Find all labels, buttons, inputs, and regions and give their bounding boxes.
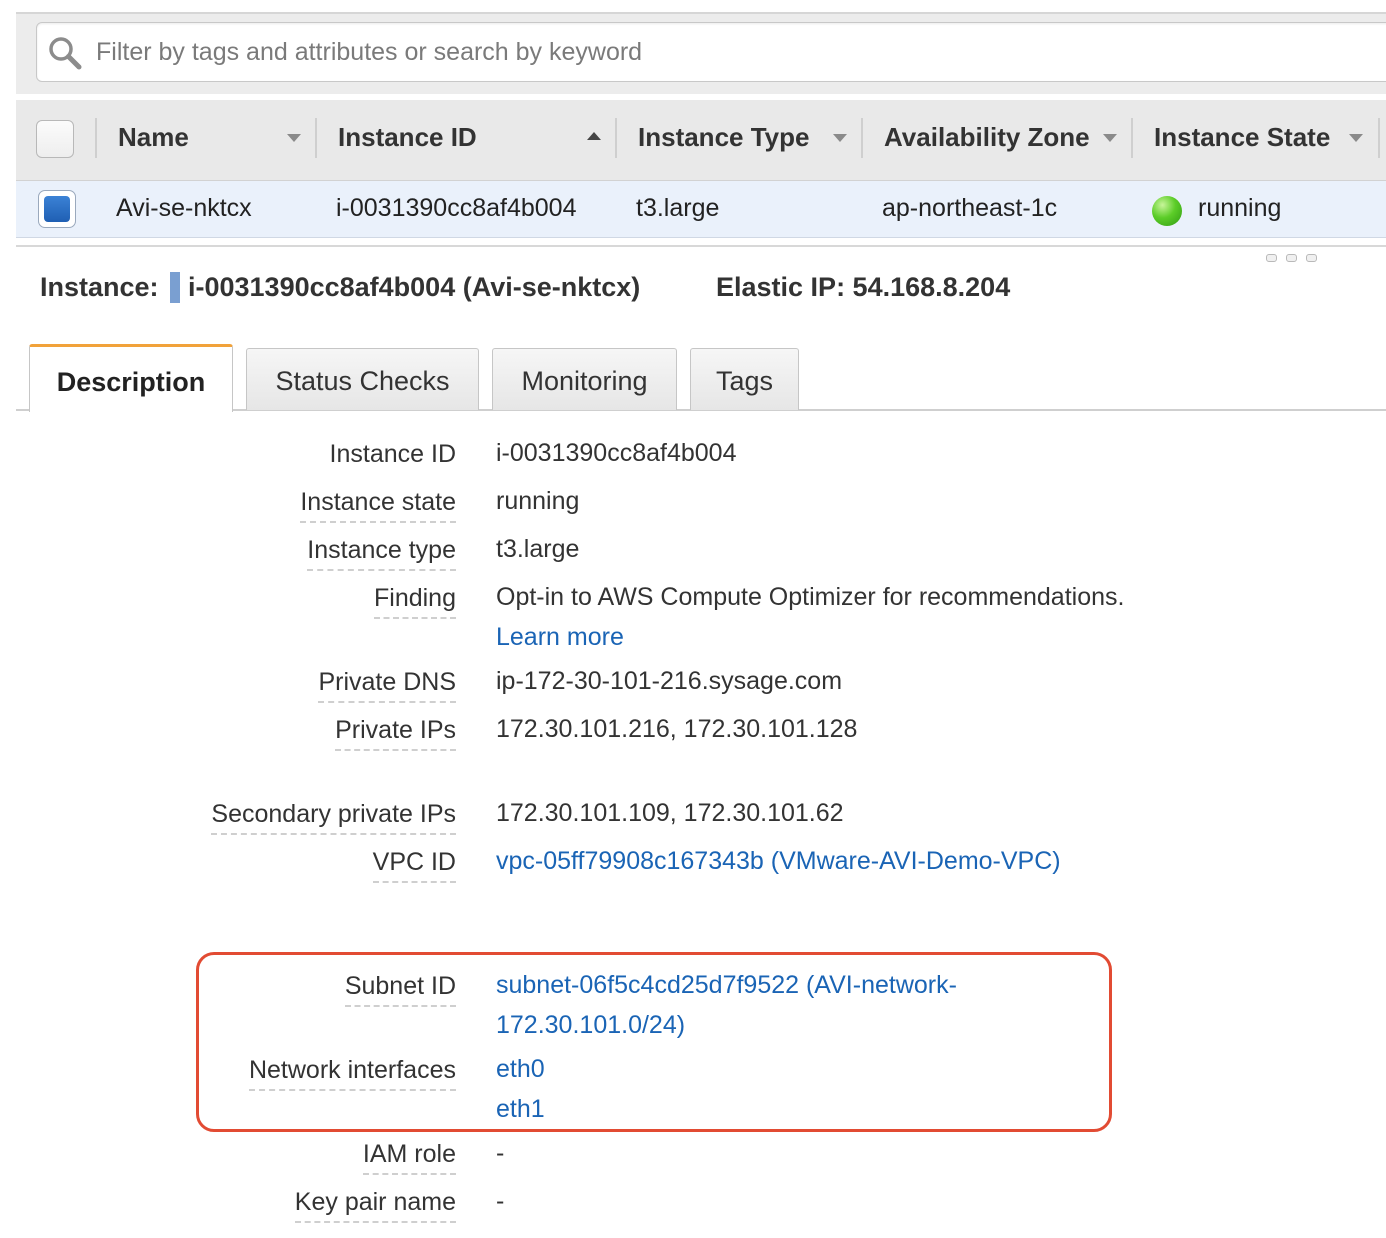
label-vpc-id: VPC ID — [372, 848, 456, 883]
column-divider — [95, 118, 97, 158]
search-placeholder: Filter by tags and attributes or search … — [96, 38, 643, 66]
label-instance-type: Instance type — [307, 536, 456, 571]
cell-instance-type: t3.large — [636, 194, 720, 222]
label-network-interfaces: Network interfaces — [248, 1056, 456, 1091]
sort-caret-down-icon[interactable] — [1349, 134, 1363, 142]
value-iam-role: - — [496, 1139, 505, 1167]
select-all-checkbox[interactable] — [36, 120, 74, 158]
tab-monitoring[interactable]: Monitoring — [492, 348, 677, 410]
value-instance-type: t3.large — [496, 535, 580, 563]
value-private-dns: ip-172-30-101-216.sysage.com — [496, 667, 843, 695]
column-header-name[interactable]: Name — [118, 122, 189, 153]
label-subnet-id: Subnet ID — [344, 972, 456, 1007]
column-divider — [615, 118, 617, 158]
label-secondary-private-ips: Secondary private IPs — [211, 800, 456, 835]
label-instance-id: Instance ID — [329, 440, 456, 468]
resize-handle-icon[interactable] — [1306, 254, 1317, 262]
value-instance-state: running — [496, 487, 580, 515]
tab-status-checks[interactable]: Status Checks — [246, 348, 479, 410]
status-running-icon — [1152, 196, 1182, 226]
column-header-instance-state[interactable]: Instance State — [1154, 122, 1330, 153]
tab-tags[interactable]: Tags — [690, 348, 799, 410]
label-instance-state: Instance state — [300, 488, 456, 523]
instance-heading-value: i-0031390cc8af4b004 (Avi-se-nktcx) — [188, 272, 641, 302]
cell-availability-zone: ap-northeast-1c — [882, 194, 1058, 222]
resize-handle-icon[interactable] — [1286, 254, 1297, 262]
column-header-instance-type[interactable]: Instance Type — [638, 122, 809, 153]
label-iam-role: IAM role — [362, 1140, 456, 1175]
resize-handle-icon[interactable] — [1266, 254, 1277, 262]
value-private-ips: 172.30.101.216, 172.30.101.128 — [496, 715, 858, 743]
label-private-dns: Private DNS — [318, 668, 456, 703]
elastic-ip: Elastic IP: 54.168.8.204 — [716, 272, 1011, 302]
value-finding: Opt-in to AWS Compute Optimizer for reco… — [496, 583, 1125, 611]
cell-instance-id: i-0031390cc8af4b004 — [336, 194, 577, 222]
network-interface-eth1-link[interactable]: eth1 — [496, 1095, 545, 1124]
value-secondary-private-ips: 172.30.101.109, 172.30.101.62 — [496, 799, 844, 827]
sort-caret-up-icon[interactable] — [587, 132, 601, 140]
label-private-ips: Private IPs — [335, 716, 456, 751]
sort-caret-down-icon[interactable] — [1103, 134, 1117, 142]
sort-caret-down-icon[interactable] — [287, 134, 301, 142]
column-divider — [1131, 118, 1133, 158]
panel-divider — [16, 245, 1386, 247]
subnet-id-link[interactable]: subnet-06f5c4cd25d7f9522 (AVI-network- — [496, 971, 957, 1000]
checkbox-checked-icon — [44, 196, 70, 222]
vpc-id-link[interactable]: vpc-05ff79908c167343b (VMware-AVI-Demo-V… — [496, 847, 1061, 876]
cell-instance-state: running — [1198, 194, 1282, 222]
label-finding: Finding — [374, 584, 456, 619]
network-interface-eth0-link[interactable]: eth0 — [496, 1055, 545, 1084]
column-header-instance-id[interactable]: Instance ID — [338, 122, 477, 153]
tab-description[interactable]: Description — [29, 344, 233, 412]
instance-heading-label: Instance: — [40, 272, 159, 302]
subnet-id-link-continued[interactable]: 172.30.101.0/24) — [496, 1011, 685, 1040]
label-key-pair-name: Key pair name — [294, 1188, 456, 1223]
cell-name: Avi-se-nktcx — [116, 194, 252, 222]
column-divider — [861, 118, 863, 158]
column-divider — [315, 118, 317, 158]
column-divider — [1378, 118, 1380, 158]
instance-marker — [170, 272, 180, 303]
value-key-pair-name: - — [496, 1187, 505, 1215]
learn-more-link[interactable]: Learn more — [496, 623, 624, 652]
column-header-availability-zone[interactable]: Availability Zone — [884, 122, 1090, 153]
search-icon — [49, 37, 82, 70]
sort-caret-down-icon[interactable] — [833, 134, 847, 142]
value-instance-id: i-0031390cc8af4b004 — [496, 439, 737, 467]
